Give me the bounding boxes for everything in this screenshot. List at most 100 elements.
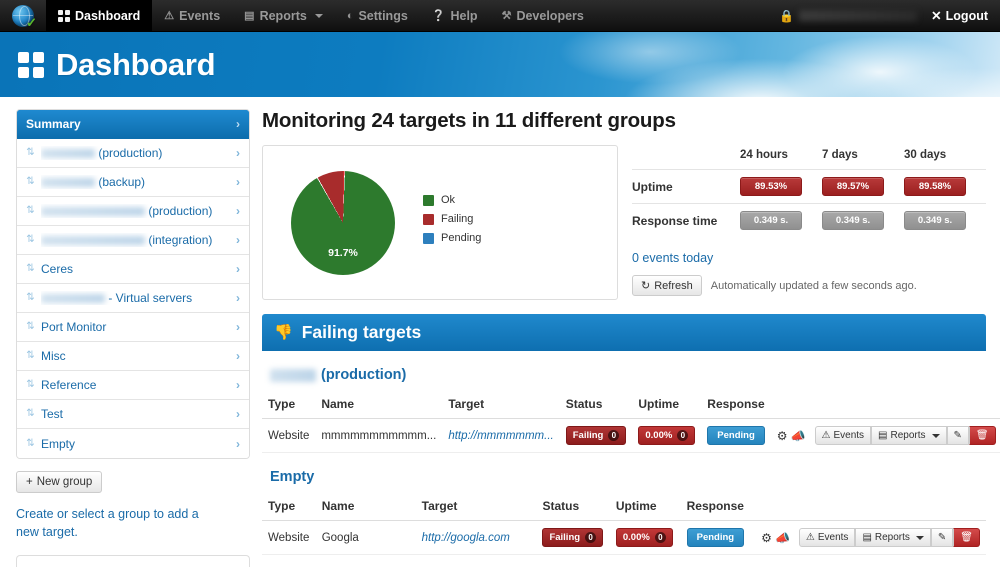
sidebar-item-label: Ceres xyxy=(41,262,236,276)
new-group-button[interactable]: + New group xyxy=(16,471,102,493)
sidebar-item-group-1[interactable]: ⇅ (production) › xyxy=(17,139,249,168)
chevron-right-icon: › xyxy=(236,233,240,247)
stats-row-label: Uptime xyxy=(632,170,740,204)
sidebar-item-empty[interactable]: ⇅ Empty › xyxy=(17,429,249,458)
legend-swatch-ok xyxy=(423,195,434,206)
col-header-target: Target xyxy=(442,391,559,419)
sidebar-item-label: - Virtual servers xyxy=(41,291,236,305)
nav-item-reports[interactable]: ▤ Reports xyxy=(232,0,335,31)
sort-handle-icon[interactable]: ⇅ xyxy=(26,206,35,216)
nav-item-developers[interactable]: ⚒ Developers xyxy=(490,0,596,31)
sidebar-item-test[interactable]: ⇅ Test › xyxy=(17,400,249,429)
response-badge: Pending xyxy=(707,426,764,445)
sidebar-item-reference[interactable]: ⇅ Reference › xyxy=(17,371,249,400)
sort-handle-icon[interactable]: ⇅ xyxy=(26,351,35,361)
stats-row-response: Response time 0.349 s. 0.349 s. 0.349 s. xyxy=(632,204,986,238)
sidebar-item-misc[interactable]: ⇅ Misc › xyxy=(17,342,249,371)
group-name-redacted xyxy=(270,369,316,382)
cell-target-link[interactable]: http://googla.com xyxy=(422,532,510,544)
gear-icon[interactable]: ⚙ xyxy=(777,429,788,443)
uptime-badge-count: 0 xyxy=(677,430,688,441)
sidebar-item-group-3[interactable]: ⇅ (production) › xyxy=(17,197,249,226)
cell-name: Googla xyxy=(316,521,416,555)
nav-label-developers: Developers xyxy=(516,9,583,23)
reports-button[interactable]: ▤ Reports xyxy=(871,426,946,445)
delete-button[interactable]: 🗑 xyxy=(969,426,996,445)
delete-button[interactable]: 🗑 xyxy=(953,528,980,547)
cell-target-link[interactable]: http://mmmmmmm... xyxy=(448,430,553,442)
sidebar-item-label: (integration) xyxy=(41,233,236,247)
current-user[interactable]: 🔒 xyxy=(779,9,917,23)
brand-logo[interactable]: ✓ xyxy=(0,0,46,31)
sort-handle-icon[interactable]: ⇅ xyxy=(26,322,35,332)
failing-group-title-1[interactable]: (production) xyxy=(270,367,986,383)
sidebar-item-group-2[interactable]: ⇅ (backup) › xyxy=(17,168,249,197)
uptime-badge-label: 0.00% xyxy=(645,430,672,441)
sidebar-item-ceres[interactable]: ⇅ Ceres › xyxy=(17,255,249,284)
nav-item-help[interactable]: ❔ Help xyxy=(420,0,490,31)
question-circle-icon: ❔ xyxy=(432,9,446,22)
chevron-right-icon: › xyxy=(236,407,240,421)
nav-item-settings[interactable]: ◐ Settings xyxy=(335,0,420,31)
sidebar-hint: Create or select a group to add a new ta… xyxy=(16,505,221,541)
sidebar-item-label: Misc xyxy=(41,349,236,363)
reports-button[interactable]: ▤ Reports xyxy=(855,528,930,547)
col-header-type: Type xyxy=(262,391,315,419)
nav-item-events[interactable]: ⚠ Events xyxy=(152,0,232,31)
sort-handle-icon[interactable]: ⇅ xyxy=(26,148,35,158)
edit-button[interactable]: ✎ xyxy=(931,528,953,547)
sidebar-item-group-4[interactable]: ⇅ (integration) › xyxy=(17,226,249,255)
events-today-link[interactable]: 0 events today xyxy=(632,251,986,265)
nav-item-dashboard[interactable]: Dashboard xyxy=(46,0,152,31)
failing-group-title-2[interactable]: Empty xyxy=(270,469,986,485)
sidebar-item-label: Port Monitor xyxy=(41,320,236,334)
logout-button[interactable]: ✕ Logout xyxy=(931,8,988,23)
chevron-right-icon: › xyxy=(236,262,240,276)
page-body: Summary › ⇅ (production) › ⇅ (backup) › … xyxy=(0,97,1000,567)
refresh-button[interactable]: ↻ Refresh xyxy=(632,275,702,296)
chevron-down-icon xyxy=(932,434,940,438)
sort-handle-icon[interactable]: ⇅ xyxy=(26,409,35,419)
edit-button[interactable]: ✎ xyxy=(947,426,969,445)
sidebar-item-label: (production) xyxy=(41,146,236,160)
sort-handle-icon[interactable]: ⇅ xyxy=(26,177,35,187)
chevron-right-icon: › xyxy=(236,378,240,392)
gear-icon[interactable]: ⚙ xyxy=(761,531,772,545)
stats-corner-header xyxy=(632,149,740,170)
sidebar-item-label: (production) xyxy=(41,204,236,218)
megaphone-icon[interactable]: 📣 xyxy=(791,429,806,443)
nav-label-help: Help xyxy=(450,9,477,23)
stats-header-7d: 7 days xyxy=(822,149,904,170)
nav-label-events: Events xyxy=(179,9,220,23)
trash-icon: 🗑 xyxy=(960,532,973,543)
chart-icon: ▤ xyxy=(878,430,887,441)
uptime-badge-7d: 89.57% xyxy=(822,177,884,196)
row-action-buttons: ⚠ Events ▤ Reports ✎ 🗑 xyxy=(815,426,996,445)
status-badge-count: 0 xyxy=(585,532,596,543)
sidebar-item-virtual-servers[interactable]: ⇅ - Virtual servers › xyxy=(17,284,249,313)
sidebar-item-summary[interactable]: Summary › xyxy=(17,110,249,139)
chart-icon: ▤ xyxy=(244,9,254,22)
chevron-right-icon: › xyxy=(236,117,240,131)
sidebar-item-label: Reference xyxy=(41,378,236,392)
sort-handle-icon[interactable]: ⇅ xyxy=(26,264,35,274)
col-header-uptime: Uptime xyxy=(632,391,701,419)
events-button[interactable]: ⚠ Events xyxy=(799,528,856,547)
pencil-icon: ✎ xyxy=(938,532,946,543)
sort-handle-icon[interactable]: ⇅ xyxy=(26,380,35,390)
response-badge-24h: 0.349 s. xyxy=(740,211,802,230)
uptime-badge: 0.00% 0 xyxy=(616,528,673,547)
status-pie-chart: 91.7% xyxy=(291,171,395,275)
sort-handle-icon[interactable]: ⇅ xyxy=(26,235,35,245)
megaphone-icon[interactable]: 📣 xyxy=(775,531,790,545)
sidebar-item-port-monitor[interactable]: ⇅ Port Monitor › xyxy=(17,313,249,342)
logout-label: Logout xyxy=(946,9,988,23)
failing-group-label-1: (production) xyxy=(321,367,406,383)
sort-handle-icon[interactable]: ⇅ xyxy=(26,439,35,449)
grid-icon xyxy=(58,10,70,22)
events-button-label: Events xyxy=(818,532,849,543)
events-button[interactable]: ⚠ Events xyxy=(815,426,872,445)
legend-item-ok: Ok xyxy=(423,194,481,206)
status-pie-chart-card: 91.7% Ok Failing Pending xyxy=(262,145,618,300)
sort-handle-icon[interactable]: ⇅ xyxy=(26,293,35,303)
